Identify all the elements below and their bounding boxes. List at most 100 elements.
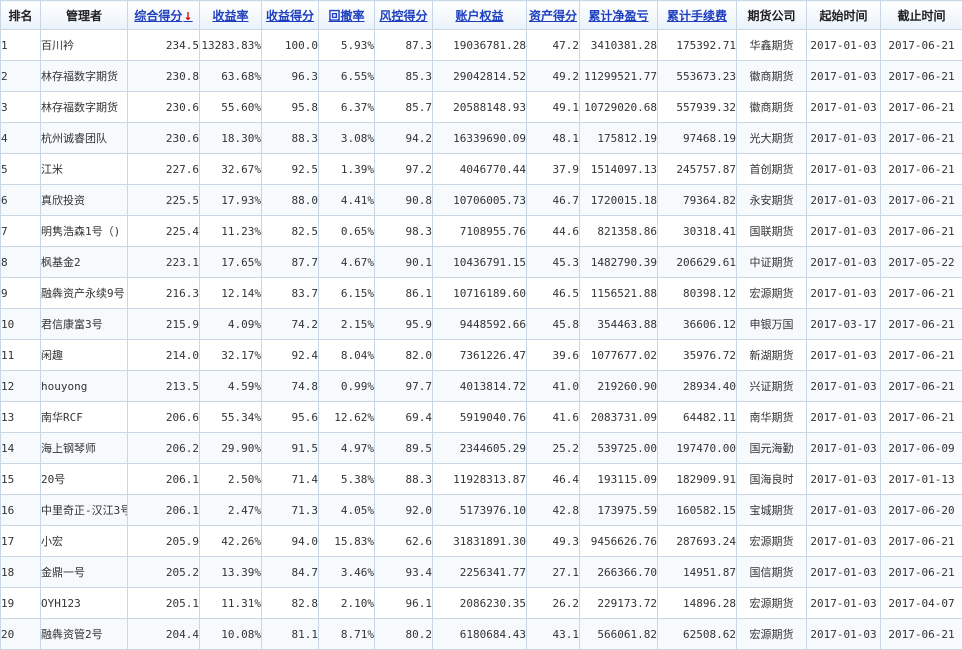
cell-rank: 17 [0,525,41,557]
table-row[interactable]: 18 金鼎一号 205.2 13.39% 84.7 3.46% 93.4 2256341.77… [0,556,962,588]
cell-futures-company: 永安期货 [736,184,807,216]
col-header-label: 起始时间 [819,8,868,23]
cell-asset-score: 45.8 [526,308,580,340]
cell-cumulative-net-pnl: 266366.70 [579,556,658,588]
cell-asset-score: 26.2 [526,587,580,619]
cell-start-date: 2017-01-03 [806,401,881,433]
ranking-table: 排名 管理者 综合得分↓ 收益率 收益得分 回撤率 风控得分 账户权益 资产得分 累计净盈亏 累计手… [0,0,962,650]
table-row[interactable]: 5 江米 227.6 32.67% 92.5 1.39% 97.2 4046770.44 37.… [0,153,962,185]
cell-return-score: 91.5 [261,432,319,464]
cell-return-score: 83.7 [261,277,319,309]
cell-end-date: 2017-06-21 [880,91,962,123]
cell-drawdown-rate: 6.15% [318,277,375,309]
col-header-drawdown-rate[interactable]: 回撤率 [318,0,375,30]
cell-return-rate: 13.39% [199,556,262,588]
cell-start-date: 2017-01-03 [806,432,881,464]
cell-end-date: 2017-06-21 [880,60,962,92]
cell-asset-score: 46.4 [526,463,580,495]
cell-composite-score: 216.3 [127,277,200,309]
cell-rank: 1 [0,29,41,61]
cell-risk-score: 89.5 [374,432,433,464]
table-row[interactable]: 16 中里奇正-汉江3号 206.1 2.47% 71.3 4.05% 92.0 517397… [0,494,962,526]
cell-rank: 10 [0,308,41,340]
cell-manager: 林存福数字期货 [40,91,128,123]
table-row[interactable]: 13 南华RCF 206.6 55.34% 95.6 12.62% 69.4 5919040.… [0,401,962,433]
cell-manager: 君信康富3号 [40,308,128,340]
col-header-label: 资产得分 [528,8,577,23]
cell-account-equity: 7108955.76 [432,215,527,247]
cell-asset-score: 25.2 [526,432,580,464]
cell-cumulative-fee: 14896.28 [657,587,737,619]
cell-risk-score: 69.4 [374,401,433,433]
cell-futures-company: 申银万国 [736,308,807,340]
cell-account-equity: 5919040.76 [432,401,527,433]
col-header-return-score[interactable]: 收益得分 [261,0,319,30]
table-row[interactable]: 1 百川衿 234.5 13283.83% 100.0 5.93% 87.3 19036781… [0,29,962,61]
table-row[interactable]: 14 海上钢琴师 206.2 29.90% 91.5 4.97% 89.5 2344605.2… [0,432,962,464]
cell-cumulative-net-pnl: 9456626.76 [579,525,658,557]
ranking-page: 排名 管理者 综合得分↓ 收益率 收益得分 回撤率 风控得分 账户权益 资产得分 累计净盈亏 累计手… [0,0,962,650]
col-header-account-equity[interactable]: 账户权益 [432,0,527,30]
cell-return-score: 74.8 [261,370,319,402]
cell-composite-score: 214.0 [127,339,200,371]
cell-cumulative-fee: 206629.61 [657,246,737,278]
cell-manager: 海上钢琴师 [40,432,128,464]
cell-return-score: 82.5 [261,215,319,247]
cell-account-equity: 10716189.60 [432,277,527,309]
cell-risk-score: 90.1 [374,246,433,278]
cell-asset-score: 49.3 [526,525,580,557]
cell-manager: OYH123 [40,587,128,619]
cell-rank: 11 [0,339,41,371]
cell-cumulative-net-pnl: 219260.90 [579,370,658,402]
cell-risk-score: 90.8 [374,184,433,216]
cell-end-date: 2017-06-09 [880,432,962,464]
cell-return-rate: 63.68% [199,60,262,92]
table-row[interactable]: 8 枫基金2 223.1 17.65% 87.7 4.67% 90.1 10436791.15… [0,246,962,278]
cell-asset-score: 39.6 [526,339,580,371]
col-header-end-date: 截止时间 [880,0,962,30]
cell-manager: 百川衿 [40,29,128,61]
cell-drawdown-rate: 0.65% [318,215,375,247]
col-header-label: 账户权益 [455,8,504,23]
cell-asset-score: 37.9 [526,153,580,185]
table-row[interactable]: 11 闲趣 214.0 32.17% 92.4 8.04% 82.0 7361226.47 39… [0,339,962,371]
cell-return-rate: 11.31% [199,587,262,619]
col-header-return-rate[interactable]: 收益率 [199,0,262,30]
table-row[interactable]: 6 真欣投资 225.5 17.93% 88.0 4.41% 90.8 10706005.73… [0,184,962,216]
cell-end-date: 2017-06-21 [880,525,962,557]
table-row[interactable]: 2 林存福数字期货 230.8 63.68% 96.3 6.55% 85.3 29042814… [0,60,962,92]
cell-risk-score: 92.0 [374,494,433,526]
table-row[interactable]: 19 OYH123 205.1 11.31% 82.8 2.10% 96.1 2086230.… [0,587,962,619]
table-row[interactable]: 17 小宏 205.9 42.26% 94.0 15.83% 62.6 31831891.30… [0,525,962,557]
table-row[interactable]: 15 20号 206.1 2.50% 71.4 5.38% 88.3 11928313.87 4… [0,463,962,495]
table-row[interactable]: 3 林存福数字期货 230.6 55.60% 95.8 6.37% 85.7 20588148… [0,91,962,123]
table-row[interactable]: 10 君信康富3号 215.9 4.09% 74.2 2.15% 95.9 9448592.6… [0,308,962,340]
cell-asset-score: 41.0 [526,370,580,402]
cell-cumulative-net-pnl: 175812.19 [579,122,658,154]
cell-asset-score: 49.1 [526,91,580,123]
cell-composite-score: 206.1 [127,494,200,526]
cell-cumulative-fee: 553673.23 [657,60,737,92]
table-row[interactable]: 4 杭州诚睿团队 230.6 18.30% 88.3 3.08% 94.2 16339690.… [0,122,962,154]
col-header-composite-score[interactable]: 综合得分↓ [127,0,200,30]
cell-account-equity: 20588148.93 [432,91,527,123]
cell-start-date: 2017-01-03 [806,153,881,185]
table-row[interactable]: 9 融犇资产永续9号 216.3 12.14% 83.7 6.15% 86.1 1071618… [0,277,962,309]
cell-start-date: 2017-01-03 [806,29,881,61]
table-row[interactable]: 20 融犇资管2号 204.4 10.08% 81.1 8.71% 80.2 6180684.… [0,618,962,650]
cell-cumulative-fee: 14951.87 [657,556,737,588]
cell-drawdown-rate: 8.71% [318,618,375,650]
cell-futures-company: 国海良时 [736,463,807,495]
col-header-cumulative-fee[interactable]: 累计手续费 [657,0,737,30]
cell-account-equity: 5173976.10 [432,494,527,526]
cell-cumulative-fee: 62508.62 [657,618,737,650]
col-header-risk-score[interactable]: 风控得分 [374,0,433,30]
table-row[interactable]: 7 明隽浩森1号（) 225.4 11.23% 82.5 0.65% 98.3 7108955… [0,215,962,247]
table-row[interactable]: 12 houyong 213.5 4.59% 74.8 0.99% 97.7 4013814.… [0,370,962,402]
cell-rank: 14 [0,432,41,464]
cell-cumulative-net-pnl: 10729020.68 [579,91,658,123]
col-header-cumulative-net-pnl[interactable]: 累计净盈亏 [579,0,658,30]
cell-return-score: 88.0 [261,184,319,216]
cell-cumulative-fee: 287693.24 [657,525,737,557]
col-header-asset-score[interactable]: 资产得分 [526,0,580,30]
